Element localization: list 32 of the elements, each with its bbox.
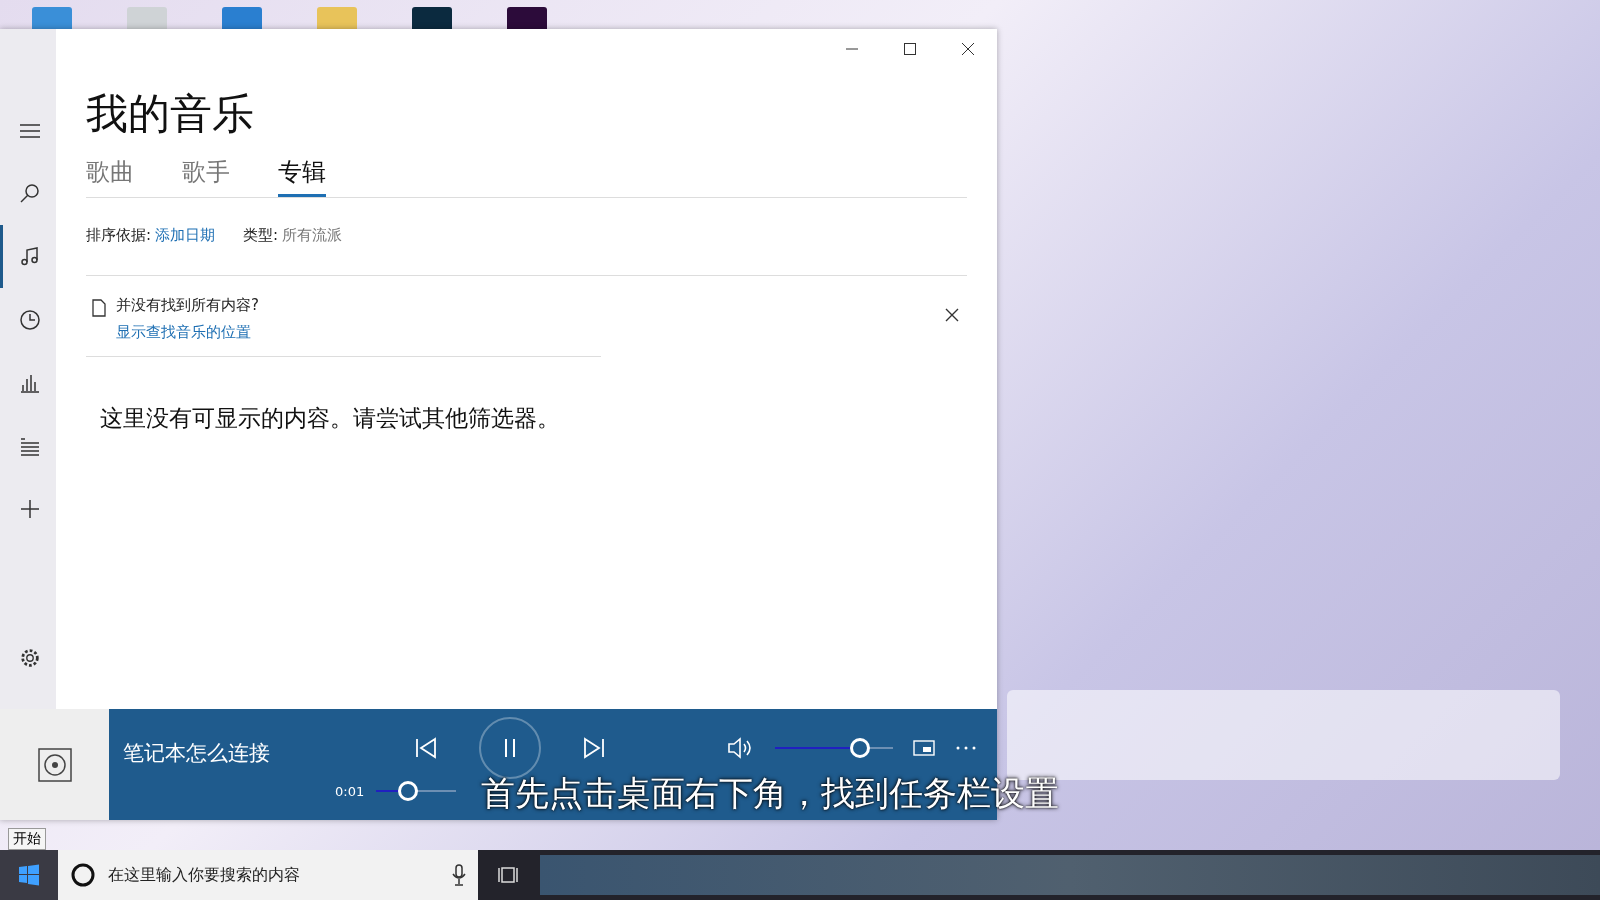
start-button[interactable] — [0, 850, 58, 900]
track-title: 笔记本怎么连接 — [122, 740, 271, 767]
sort-dropdown[interactable]: 添加日期 — [155, 226, 216, 245]
sort-label: 排序依据: — [86, 226, 152, 245]
taskbar-search-field[interactable]: 在这里输入你要搜索的内容 — [58, 850, 478, 900]
mini-player-icon[interactable] — [913, 739, 935, 757]
start-tooltip: 开始 — [8, 828, 46, 850]
next-button[interactable] — [581, 735, 607, 761]
maximize-button[interactable] — [903, 42, 917, 56]
notice-link[interactable]: 显示查找音乐的位置 — [116, 323, 251, 342]
volume-thumb[interactable] — [849, 738, 870, 758]
more-icon[interactable] — [955, 745, 977, 751]
notice-text: 并没有找到所有内容? — [116, 296, 259, 315]
genre-label: 类型: — [243, 226, 279, 245]
microphone-icon[interactable] — [452, 864, 466, 886]
close-icon[interactable] — [945, 308, 959, 322]
tab[interactable]: 专辑 — [278, 156, 326, 197]
task-view-icon[interactable] — [498, 866, 520, 884]
genre-dropdown[interactable]: 所有流派 — [282, 226, 343, 245]
document-icon — [92, 299, 106, 317]
empty-message: 这里没有可显示的内容。请尝试其他筛选器。 — [100, 404, 561, 433]
page-title: 我的音乐 — [86, 88, 255, 140]
previous-button[interactable] — [413, 735, 439, 761]
elapsed-time: 0:01 — [335, 783, 365, 799]
tab[interactable]: 歌曲 — [86, 156, 134, 197]
clock-icon — [17, 307, 42, 332]
tab[interactable]: 歌手 — [182, 156, 230, 197]
progress-thumb[interactable] — [398, 781, 419, 801]
cortana-icon — [70, 862, 96, 888]
close-button[interactable] — [961, 42, 975, 56]
windows-logo — [18, 864, 40, 886]
pause-button[interactable] — [479, 717, 541, 779]
